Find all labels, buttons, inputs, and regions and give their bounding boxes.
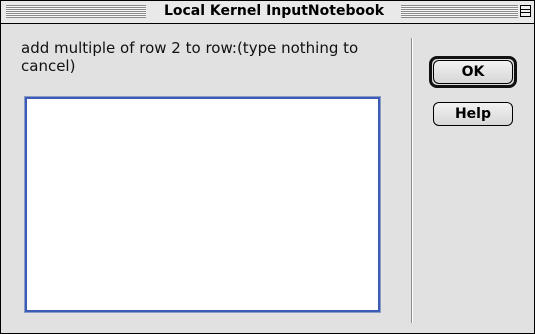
collapse-box-icon[interactable] [520, 5, 531, 17]
prompt-text: add multiple of row 2 to row:(type nothi… [21, 39, 359, 75]
content-panel: add multiple of row 2 to row:(type nothi… [13, 38, 413, 323]
title-bar-stripes-right [401, 5, 518, 18]
title-bar-stripes-left [6, 5, 146, 18]
window-title: Local Kernel InputNotebook [149, 3, 399, 20]
help-button[interactable]: Help [433, 102, 513, 126]
ok-button[interactable]: OK [433, 60, 513, 84]
input-field[interactable] [24, 96, 381, 313]
dialog-window: Local Kernel InputNotebook add multiple … [0, 0, 535, 334]
title-bar[interactable]: Local Kernel InputNotebook [1, 1, 534, 24]
